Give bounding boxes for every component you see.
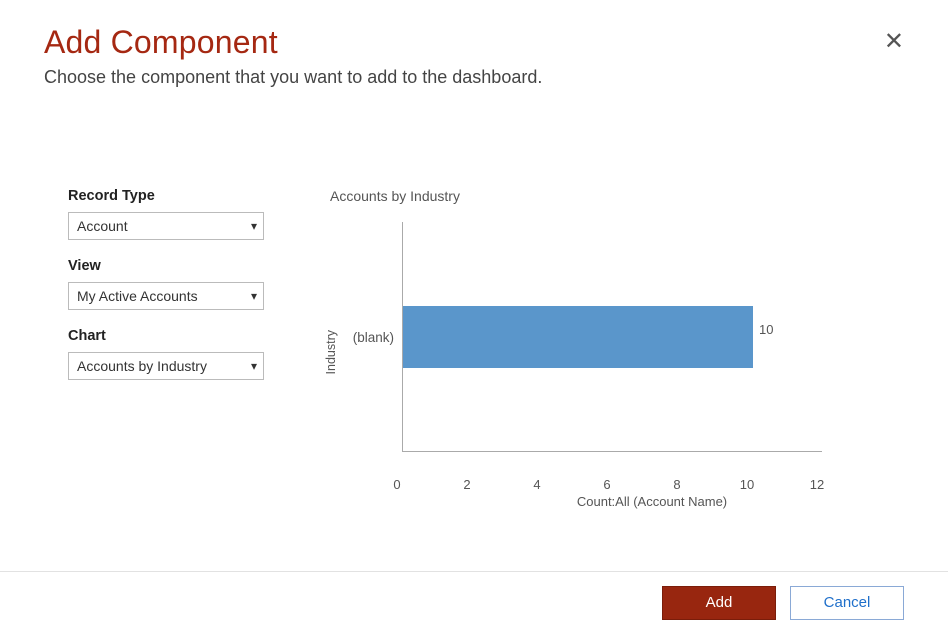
chart-box: Industry (blank) 10 024681012 Count:All … <box>324 222 874 482</box>
dialog-footer: Add Cancel <box>0 571 948 633</box>
chart-column: Accounts by Industry Industry (blank) 10… <box>324 188 904 482</box>
chart-x-tick: 4 <box>533 477 540 492</box>
cancel-button[interactable]: Cancel <box>790 586 904 620</box>
record-type-select[interactable]: Account ▾ <box>68 212 264 240</box>
add-button[interactable]: Add <box>662 586 776 620</box>
chart-x-tick: 12 <box>810 477 824 492</box>
content-area: Record Type Account ▾ View My Active Acc… <box>44 188 904 482</box>
dialog-subtitle: Choose the component that you want to ad… <box>44 67 904 88</box>
chart-bar <box>403 306 753 368</box>
view-select[interactable]: My Active Accounts ▾ <box>68 282 264 310</box>
form-column: Record Type Account ▾ View My Active Acc… <box>44 188 264 398</box>
chart-label: Chart <box>68 328 264 344</box>
chart-xlabel: Count:All (Account Name) <box>462 494 842 509</box>
chart-x-tick: 2 <box>463 477 470 492</box>
chart-x-tick: 10 <box>740 477 754 492</box>
view-value: My Active Accounts <box>77 288 198 304</box>
chevron-down-icon: ▾ <box>251 359 257 373</box>
chart-x-tick: 8 <box>673 477 680 492</box>
record-type-value: Account <box>77 218 128 234</box>
view-label: View <box>68 258 264 274</box>
close-icon[interactable]: ✕ <box>884 30 904 54</box>
chart-plot: 10 024681012 Count:All (Account Name) <box>402 222 842 482</box>
chart-category-label: (blank) <box>344 222 402 452</box>
chart-plot-area: 10 024681012 <box>402 222 822 452</box>
chart-value: Accounts by Industry <box>77 358 207 374</box>
chart-x-tick: 0 <box>393 477 400 492</box>
dialog-title: Add Component <box>44 24 904 61</box>
chart-bar-value: 10 <box>759 322 773 337</box>
chevron-down-icon: ▾ <box>251 289 257 303</box>
record-type-label: Record Type <box>68 188 264 204</box>
chart-x-tick: 6 <box>603 477 610 492</box>
chevron-down-icon: ▾ <box>251 219 257 233</box>
chart-title: Accounts by Industry <box>330 188 874 204</box>
chart-ylabel: Industry <box>324 330 338 374</box>
chart-select[interactable]: Accounts by Industry ▾ <box>68 352 264 380</box>
add-component-dialog: Add Component Choose the component that … <box>0 0 948 633</box>
